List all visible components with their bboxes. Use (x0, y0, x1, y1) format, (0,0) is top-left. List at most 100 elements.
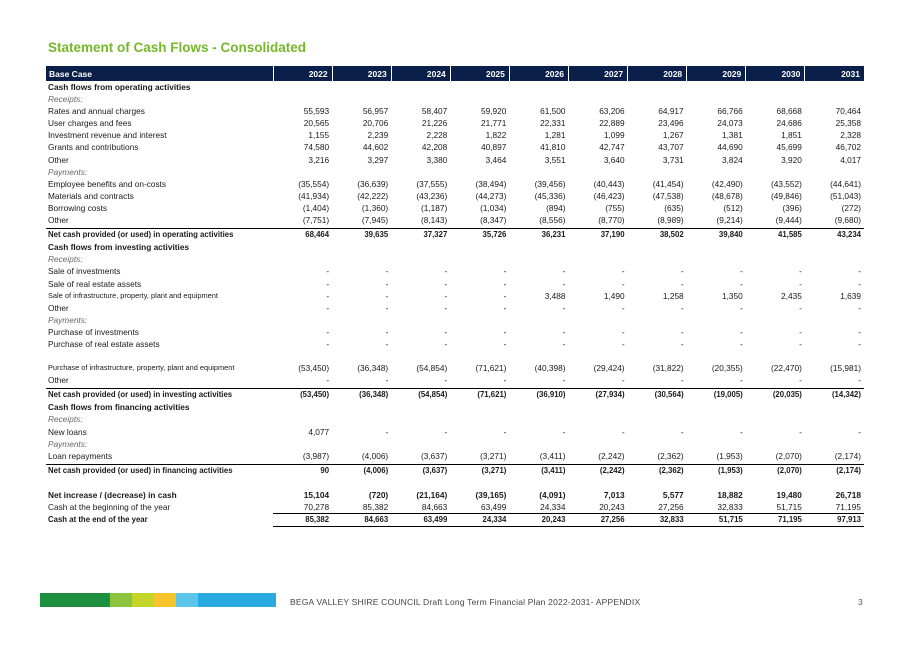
color-bar-segment (40, 593, 75, 607)
row-value: - (740, 302, 743, 313)
row-value: - (562, 266, 566, 277)
row-value: - (858, 266, 861, 277)
row-value: (53,450) (273, 388, 333, 402)
page-title: Statement of Cash Flows - Consolidated (48, 40, 307, 55)
row-value: 23,496 (658, 118, 684, 129)
row-value: 2,435 (781, 290, 802, 301)
empty-cell (273, 93, 332, 105)
empty-cell (450, 401, 509, 413)
table-row: Rates and annual charges 55,593 56,957 58,4… (46, 105, 864, 117)
row-value: - (444, 266, 448, 277)
empty-cell (273, 438, 332, 450)
subheading-row: Payments: (46, 166, 864, 178)
row-value: - (562, 338, 566, 349)
row-value: (635) (664, 202, 684, 213)
row-value: (8,556) (539, 215, 566, 226)
row-value: (2,174) (804, 463, 864, 477)
empty-cell (273, 401, 332, 413)
row-value: - (326, 266, 330, 277)
row-value: (39,456) (534, 178, 566, 189)
header-year: 2025 (449, 66, 510, 81)
row-value: 1,258 (662, 290, 684, 301)
row-value: 40,897 (481, 142, 507, 153)
row-value: 56,957 (362, 106, 389, 117)
row-value: (272) (841, 202, 861, 213)
header-year: 2023 (331, 66, 392, 81)
row-value: - (444, 375, 448, 386)
row-value: 24,334 (450, 513, 510, 528)
row-value: (7,751) (302, 215, 330, 226)
empty-cell (391, 241, 450, 253)
header-year: 2026 (508, 66, 569, 81)
empty-cell (568, 93, 627, 105)
row-label: Sale of investments (48, 266, 121, 277)
row-value: 7,013 (603, 489, 625, 500)
empty-cell (450, 314, 509, 326)
table-row: Other - - - - - - - - - - (46, 374, 864, 386)
row-value: - (326, 278, 330, 289)
row-value: 41,810 (540, 142, 566, 153)
row-label: Sale of real estate assets (48, 278, 142, 289)
table-row: Cash at the beginning of the year 70,278 8… (46, 501, 864, 515)
table-row: Purchase of infrastructure, property, pl… (46, 362, 864, 374)
row-value: (396) (782, 202, 802, 213)
row-label: User charges and fees (48, 118, 132, 129)
table-row: New loans 4,077 - - - - - - - - - (46, 426, 864, 438)
row-value: - (503, 338, 507, 349)
row-value: 3,488 (544, 290, 566, 301)
row-value: - (680, 338, 684, 349)
row-label: Cash flows from financing activities (48, 402, 190, 413)
row-value: (21,164) (416, 489, 448, 500)
row-value: 1,267 (662, 130, 684, 141)
row-value: 32,833 (686, 501, 746, 515)
row-value: - (385, 278, 389, 289)
row-value: - (621, 302, 625, 313)
empty-cell (805, 166, 864, 178)
empty-cell (391, 438, 450, 450)
row-value: - (562, 326, 566, 337)
row-value: (49,846) (770, 190, 802, 201)
row-value: 32,833 (627, 513, 687, 528)
row-value: - (621, 326, 625, 337)
spacer-row (46, 477, 864, 489)
row-value: 45,699 (776, 142, 802, 153)
row-label: Cash flows from investing activities (48, 242, 190, 253)
row-value: 24,334 (509, 501, 569, 515)
color-bar-segment (198, 593, 276, 607)
row-value: - (326, 326, 330, 337)
row-value: 24,073 (717, 118, 743, 129)
empty-cell (450, 81, 509, 93)
empty-cell (273, 253, 332, 265)
empty-cell (509, 438, 568, 450)
row-value: (27,934) (568, 388, 628, 402)
row-value: - (503, 426, 507, 437)
empty-cell (391, 401, 450, 413)
empty-cell (273, 413, 332, 425)
row-value: 1,099 (603, 130, 625, 141)
empty-cell (391, 314, 450, 326)
empty-cell (391, 253, 450, 265)
row-value: 2,328 (840, 130, 861, 141)
empty-cell (628, 401, 687, 413)
row-value: 39,635 (332, 228, 392, 242)
row-label: Rates and annual charges (48, 106, 145, 117)
empty-cell (687, 93, 746, 105)
row-value: 22,889 (599, 118, 625, 129)
row-value: 68,464 (273, 228, 333, 242)
row-value: (8,143) (421, 215, 448, 226)
empty-cell (687, 314, 746, 326)
row-value: - (385, 338, 389, 349)
row-value: (15,981) (830, 363, 861, 374)
row-value: - (444, 426, 448, 437)
empty-cell (628, 81, 687, 93)
table-row: Materials and contracts (41,934) (42,222) (… (46, 190, 864, 202)
empty-cell (628, 314, 687, 326)
row-value: - (799, 278, 802, 289)
row-value: 3,464 (485, 154, 507, 165)
row-value: (71,621) (450, 388, 510, 402)
row-value: 20,706 (362, 118, 389, 129)
empty-cell (687, 438, 746, 450)
row-value: 85,382 (273, 513, 333, 528)
row-value: - (562, 375, 566, 386)
row-value: (8,989) (657, 215, 684, 226)
